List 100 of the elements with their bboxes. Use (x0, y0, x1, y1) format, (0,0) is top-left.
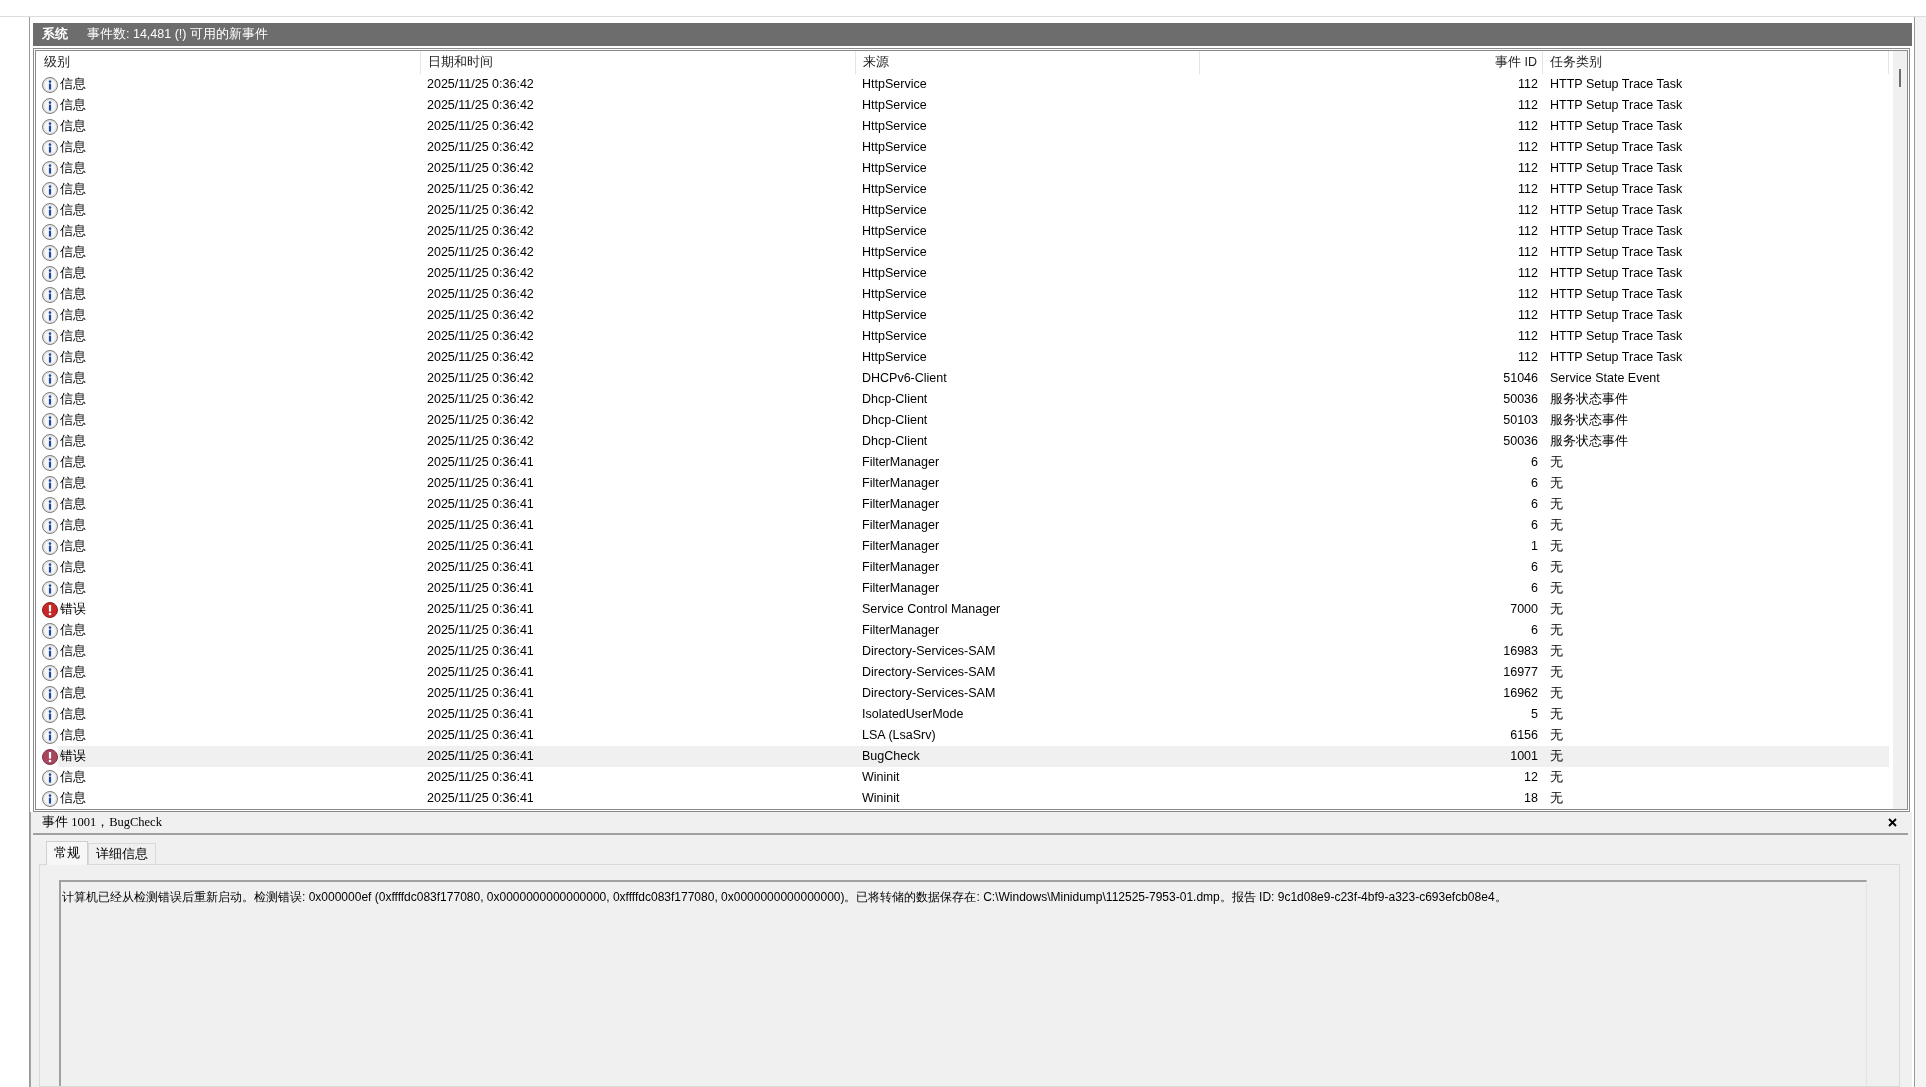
event-row[interactable]: 信息 2025/11/25 0:36:41 Directory-Services-SAM 16962 无 (58, 683, 1889, 704)
scrollbar-thumb[interactable] (1899, 69, 1901, 87)
event-row[interactable]: 信息 2025/11/25 0:36:41 FilterManager 6 无 (58, 515, 1889, 536)
event-id: 112 (1518, 119, 1538, 134)
info-icon (42, 727, 58, 744)
column-header[interactable]: 事件 ID (1200, 51, 1543, 74)
tab[interactable]: 详细信息 (88, 843, 156, 864)
date-time: 2025/11/25 0:36:41 (427, 749, 534, 764)
column-header[interactable]: 日期和时间 (421, 51, 856, 74)
event-source: HttpService (862, 161, 927, 176)
event-row[interactable]: 信息 2025/11/25 0:36:41 FilterManager 6 无 (58, 578, 1889, 599)
level-text: 信息 (60, 770, 86, 785)
event-row[interactable]: 信息 2025/11/25 0:36:42 Dhcp-Client 50036 服务状态事件 (58, 431, 1889, 452)
info-icon (42, 223, 58, 240)
event-row[interactable]: 信息 2025/11/25 0:36:42 HttpService 112 HTTP Setup Trace Task (58, 221, 1889, 242)
info-icon (42, 496, 58, 513)
event-row[interactable]: 错误 2025/11/25 0:36:41 Service Control Manager 7000 无 (58, 599, 1889, 620)
task-category: 无 (1550, 770, 1563, 785)
info-icon (42, 643, 58, 660)
event-row[interactable]: 信息 2025/11/25 0:36:42 HttpService 112 HTTP Setup Trace Task (58, 200, 1889, 221)
task-category: HTTP Setup Trace Task (1550, 245, 1683, 260)
event-id: 16962 (1503, 686, 1538, 701)
event-id: 112 (1518, 308, 1538, 323)
date-time: 2025/11/25 0:36:42 (427, 182, 534, 197)
task-category: HTTP Setup Trace Task (1550, 161, 1683, 176)
info-icon (42, 517, 58, 534)
event-id: 7000 (1510, 602, 1538, 617)
task-category: 无 (1550, 455, 1563, 470)
event-source: FilterManager (862, 539, 940, 554)
info-icon (42, 622, 58, 639)
event-id: 16983 (1503, 644, 1538, 659)
event-source: FilterManager (862, 581, 940, 596)
event-id: 6 (1531, 497, 1538, 512)
task-category: 无 (1550, 560, 1563, 575)
date-time: 2025/11/25 0:36:42 (427, 329, 534, 344)
date-time: 2025/11/25 0:36:41 (427, 665, 534, 680)
task-category: 无 (1550, 581, 1563, 596)
scrollbar[interactable] (1893, 51, 1907, 809)
event-row[interactable]: 信息 2025/11/25 0:36:41 Wininit 12 无 (58, 767, 1889, 788)
event-id: 6156 (1510, 728, 1538, 743)
level-text: 信息 (60, 791, 86, 806)
event-row[interactable]: 信息 2025/11/25 0:36:42 HttpService 112 HTTP Setup Trace Task (58, 305, 1889, 326)
event-row[interactable]: 信息 2025/11/25 0:36:41 Wininit 18 无 (58, 788, 1889, 809)
date-time: 2025/11/25 0:36:41 (427, 539, 534, 554)
event-id: 112 (1518, 77, 1538, 92)
event-id: 112 (1518, 140, 1538, 155)
log-name: 系统 (42, 26, 68, 43)
date-time: 2025/11/25 0:36:41 (427, 581, 534, 596)
info-icon (42, 244, 58, 261)
close-icon[interactable] (1888, 818, 1897, 827)
event-row[interactable]: 信息 2025/11/25 0:36:41 Directory-Services-SAM 16983 无 (58, 641, 1889, 662)
task-category: 无 (1550, 602, 1563, 617)
event-row[interactable]: 信息 2025/11/25 0:36:41 FilterManager 1 无 (58, 536, 1889, 557)
event-row[interactable]: 信息 2025/11/25 0:36:42 HttpService 112 HTTP Setup Trace Task (58, 263, 1889, 284)
event-row[interactable]: 信息 2025/11/25 0:36:42 DHCPv6-Client 51046 Service State Event (58, 368, 1889, 389)
date-time: 2025/11/25 0:36:41 (427, 623, 534, 638)
task-category: HTTP Setup Trace Task (1550, 77, 1683, 92)
date-time: 2025/11/25 0:36:41 (427, 707, 534, 722)
event-row[interactable]: 信息 2025/11/25 0:36:41 FilterManager 6 无 (58, 473, 1889, 494)
event-row[interactable]: 信息 2025/11/25 0:36:42 HttpService 112 HTTP Setup Trace Task (58, 179, 1889, 200)
info-icon (42, 769, 58, 786)
event-row[interactable]: 信息 2025/11/25 0:36:42 Dhcp-Client 50036 服务状态事件 (58, 389, 1889, 410)
event-row[interactable]: 信息 2025/11/25 0:36:41 LSA (LsaSrv) 6156 无 (58, 725, 1889, 746)
date-time: 2025/11/25 0:36:41 (427, 686, 534, 701)
task-category: 无 (1550, 476, 1563, 491)
event-row[interactable]: 信息 2025/11/25 0:36:41 FilterManager 6 无 (58, 452, 1889, 473)
level-text: 信息 (60, 140, 86, 155)
event-row[interactable]: 信息 2025/11/25 0:36:42 HttpService 112 HTTP Setup Trace Task (58, 284, 1889, 305)
event-row[interactable]: 信息 2025/11/25 0:36:42 HttpService 112 HTTP Setup Trace Task (58, 347, 1889, 368)
event-count: 事件数: 14,481 (!) 可用的新事件 (87, 26, 268, 43)
tab[interactable]: 常规 (46, 841, 88, 865)
event-row[interactable]: 信息 2025/11/25 0:36:42 HttpService 112 HTTP Setup Trace Task (58, 74, 1889, 95)
event-id: 50036 (1503, 392, 1538, 407)
event-row[interactable]: 信息 2025/11/25 0:36:41 FilterManager 6 无 (58, 557, 1889, 578)
column-header[interactable]: 任务类别 (1543, 51, 1889, 74)
column-header[interactable]: 级别 (36, 51, 421, 74)
task-category: HTTP Setup Trace Task (1550, 98, 1683, 113)
event-id: 6 (1531, 518, 1538, 533)
event-row[interactable]: 错误 2025/11/25 0:36:41 BugCheck 1001 无 (58, 746, 1889, 767)
task-category: 服务状态事件 (1550, 434, 1628, 449)
event-source: HttpService (862, 224, 927, 239)
event-row[interactable]: 信息 2025/11/25 0:36:41 FilterManager 6 无 (58, 620, 1889, 641)
task-category: HTTP Setup Trace Task (1550, 119, 1683, 134)
date-time: 2025/11/25 0:36:42 (427, 392, 534, 407)
level-text: 信息 (60, 581, 86, 596)
event-row[interactable]: 信息 2025/11/25 0:36:41 IsolatedUserMode 5 无 (58, 704, 1889, 725)
event-row[interactable]: 信息 2025/11/25 0:36:42 HttpService 112 HTTP Setup Trace Task (58, 95, 1889, 116)
date-time: 2025/11/25 0:36:42 (427, 119, 534, 134)
event-row[interactable]: 信息 2025/11/25 0:36:42 HttpService 112 HTTP Setup Trace Task (58, 242, 1889, 263)
event-source: Directory-Services-SAM (862, 686, 996, 701)
column-header[interactable]: 来源 (856, 51, 1200, 74)
event-row[interactable]: 信息 2025/11/25 0:36:42 HttpService 112 HTTP Setup Trace Task (58, 158, 1889, 179)
event-row[interactable]: 信息 2025/11/25 0:36:41 FilterManager 6 无 (58, 494, 1889, 515)
event-row[interactable]: 信息 2025/11/25 0:36:42 HttpService 112 HTTP Setup Trace Task (58, 137, 1889, 158)
event-row[interactable]: 信息 2025/11/25 0:36:42 HttpService 112 HTTP Setup Trace Task (58, 326, 1889, 347)
event-source: Wininit (862, 770, 900, 785)
event-row[interactable]: 信息 2025/11/25 0:36:42 Dhcp-Client 50103 服务状态事件 (58, 410, 1889, 431)
event-row[interactable]: 信息 2025/11/25 0:36:42 HttpService 112 HTTP Setup Trace Task (58, 116, 1889, 137)
level-text: 信息 (60, 119, 86, 134)
event-row[interactable]: 信息 2025/11/25 0:36:41 Directory-Services-SAM 16977 无 (58, 662, 1889, 683)
